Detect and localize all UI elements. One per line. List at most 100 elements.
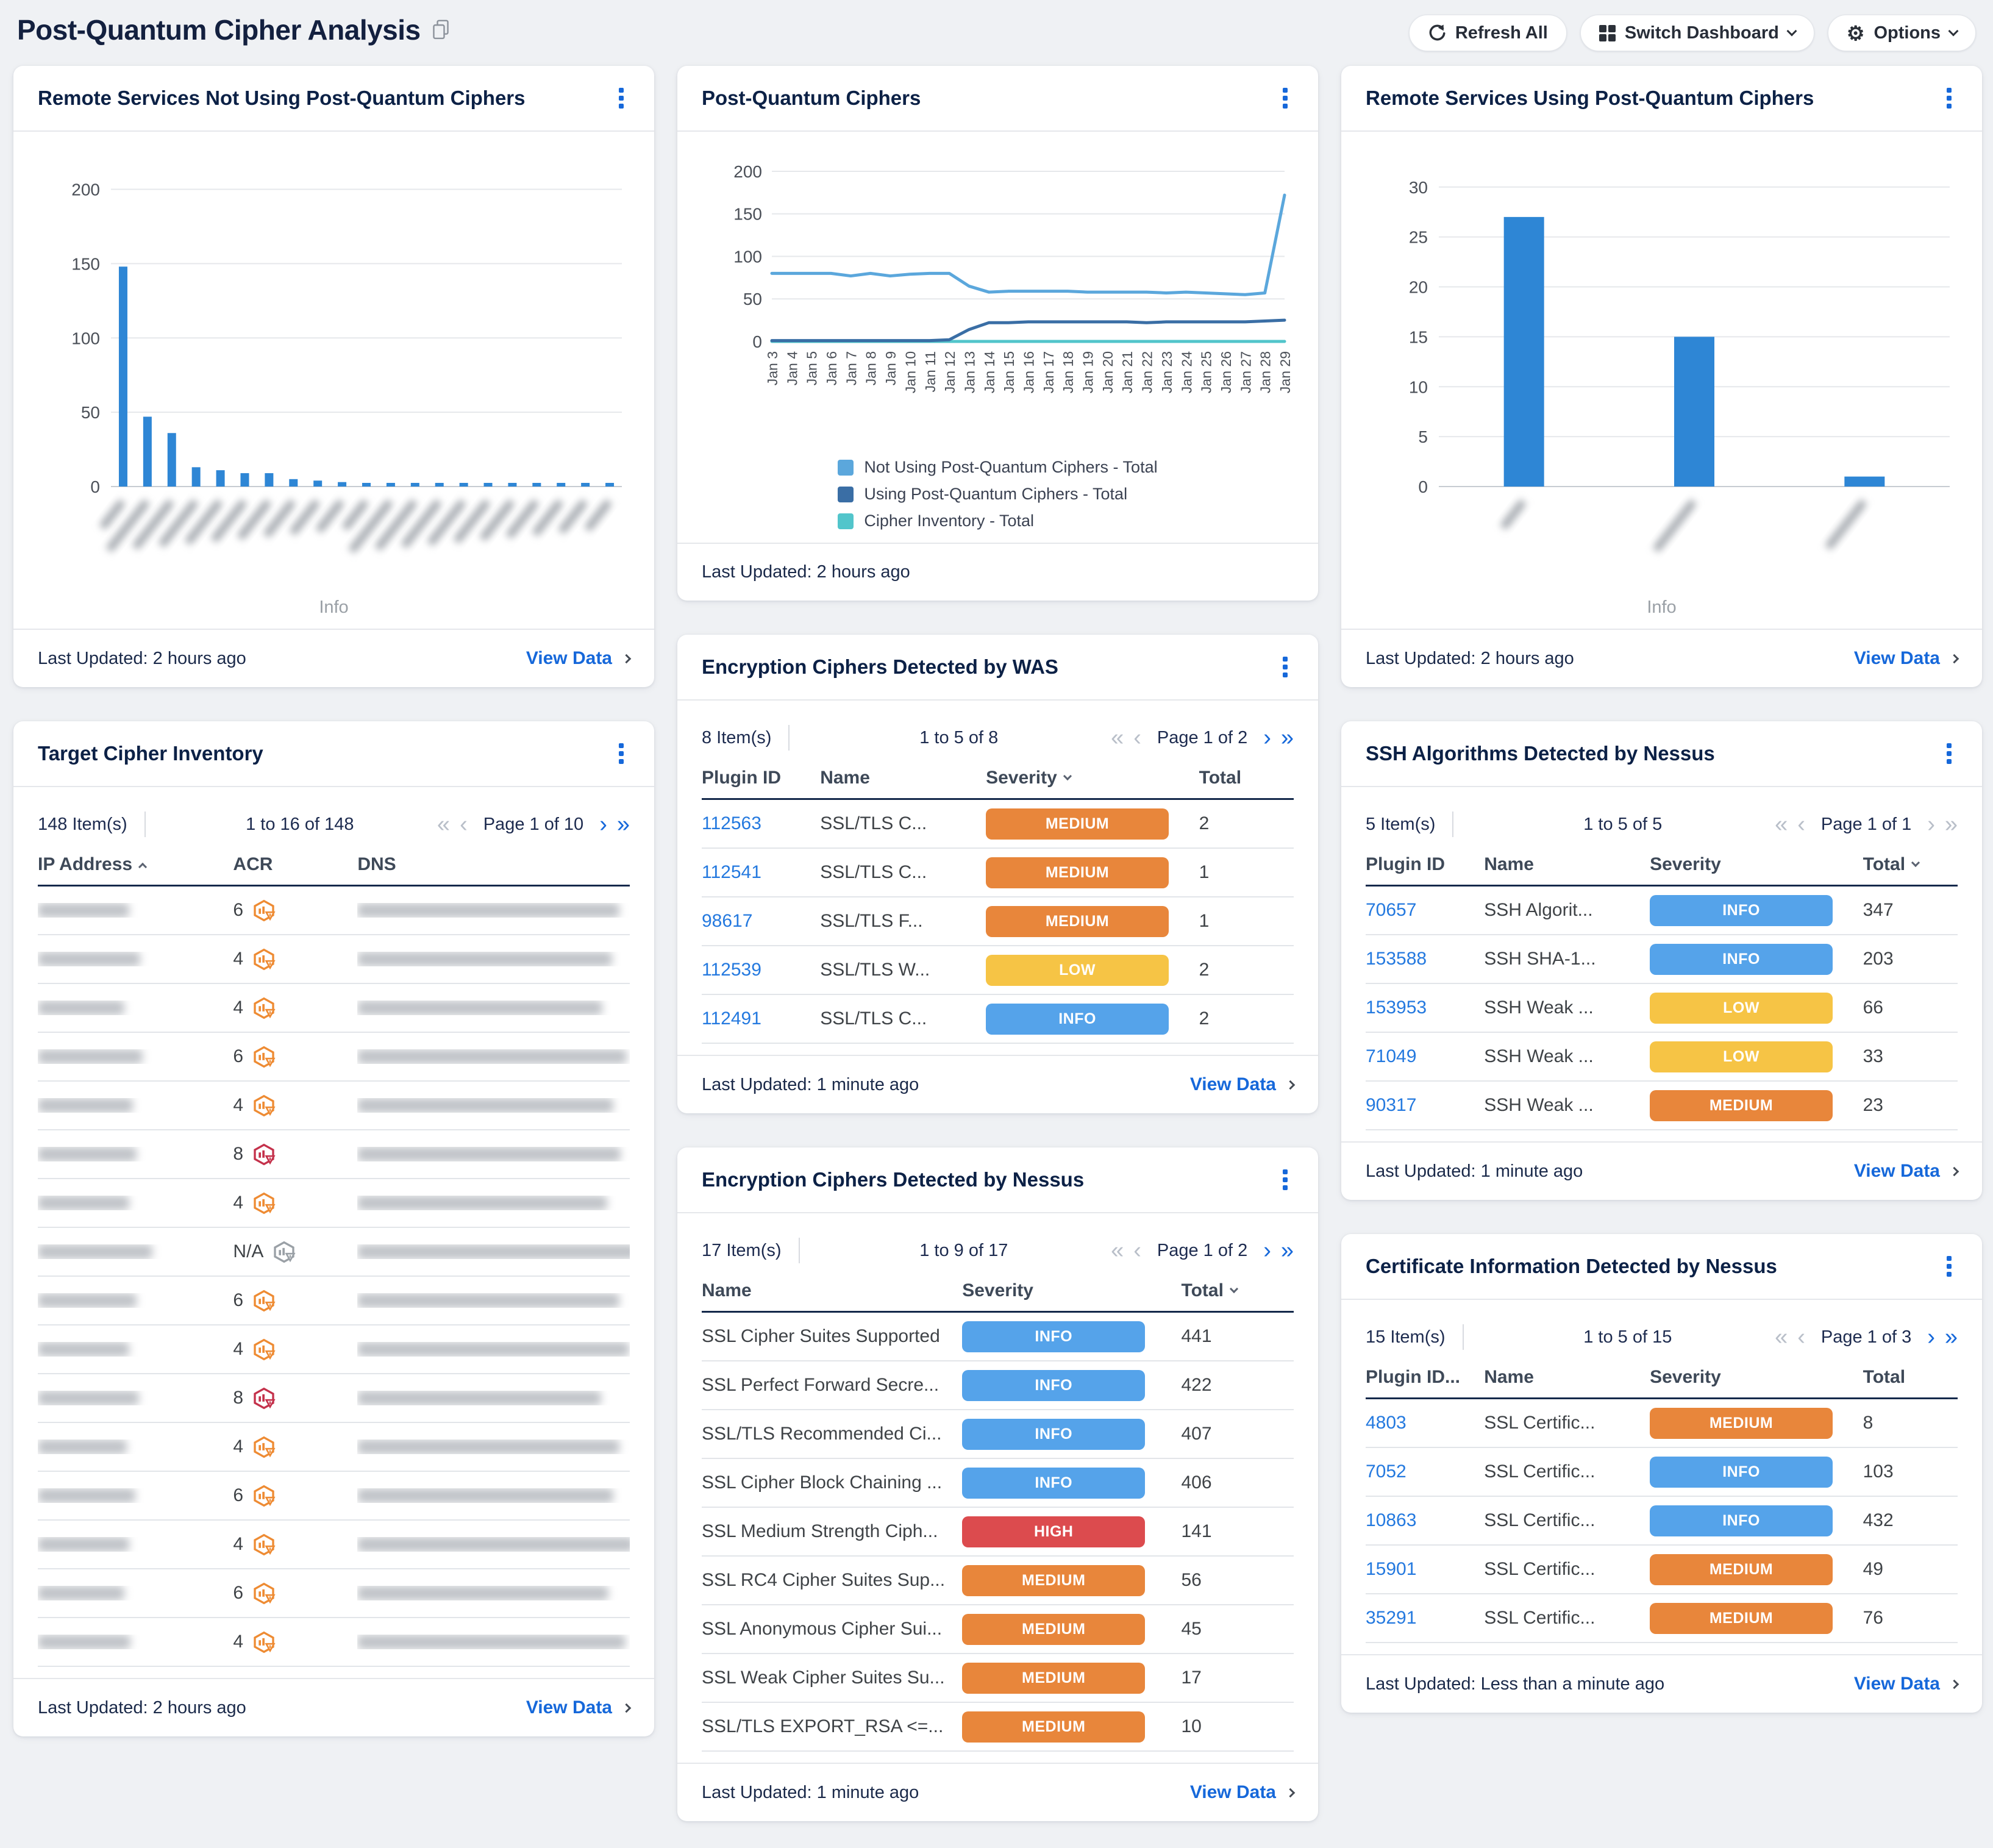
table-row[interactable]: 6: [38, 1569, 630, 1618]
view-data-link[interactable]: View Data: [1854, 1161, 1958, 1182]
column-header-ip[interactable]: IP Address: [38, 854, 233, 875]
table-row[interactable]: 8: [38, 1130, 630, 1179]
plugin-id-link[interactable]: 4803: [1366, 1413, 1407, 1433]
first-page-button[interactable]: «: [1775, 813, 1788, 836]
table-row[interactable]: 153588SSH SHA-1...INFO203: [1366, 935, 1958, 984]
table-row[interactable]: SSL Weak Cipher Suites Su...MEDIUM17: [702, 1654, 1294, 1703]
table-row[interactable]: 112563SSL/TLS C...MEDIUM2: [702, 800, 1294, 849]
plugin-id-link[interactable]: 112491: [702, 1008, 761, 1029]
table-row[interactable]: 112541SSL/TLS C...MEDIUM1: [702, 849, 1294, 897]
plugin-id-link[interactable]: 15901: [1366, 1559, 1416, 1579]
prev-page-button[interactable]: ‹: [460, 813, 468, 836]
refresh-all-button[interactable]: Refresh All: [1409, 15, 1567, 51]
column-header-name[interactable]: Name: [1484, 854, 1650, 875]
table-row[interactable]: SSL Anonymous Cipher Sui...MEDIUM45: [702, 1605, 1294, 1654]
column-header-severity[interactable]: Severity: [986, 768, 1199, 788]
next-page-button[interactable]: ›: [599, 813, 607, 836]
switch-dashboard-button[interactable]: Switch Dashboard: [1580, 15, 1814, 51]
table-row[interactable]: 4: [38, 1423, 630, 1472]
table-row[interactable]: 4: [38, 1082, 630, 1130]
table-row[interactable]: SSL Medium Strength Ciph...HIGH141: [702, 1508, 1294, 1557]
prev-page-button[interactable]: ‹: [1797, 1325, 1805, 1349]
last-page-button[interactable]: »: [1945, 1325, 1958, 1349]
last-page-button[interactable]: »: [1281, 726, 1294, 749]
table-row[interactable]: 6: [38, 1033, 630, 1082]
plugin-id-link[interactable]: 112539: [702, 960, 761, 980]
table-row[interactable]: 4803SSL Certific...MEDIUM8: [1366, 1399, 1958, 1448]
kebab-menu-icon[interactable]: [613, 84, 630, 112]
column-header-plugin_id[interactable]: Plugin ID...: [1366, 1367, 1484, 1388]
plugin-id-link[interactable]: 70657: [1366, 900, 1416, 920]
view-data-link[interactable]: View Data: [1190, 1782, 1294, 1803]
view-data-link[interactable]: View Data: [526, 1697, 630, 1718]
table-row[interactable]: 98617SSL/TLS F...MEDIUM1: [702, 897, 1294, 946]
column-header-plugin_id[interactable]: Plugin ID: [1366, 854, 1484, 875]
table-row[interactable]: SSL/TLS EXPORT_RSA <=...MEDIUM10: [702, 1703, 1294, 1752]
table-row[interactable]: 8: [38, 1374, 630, 1423]
next-page-button[interactable]: ›: [1927, 813, 1935, 836]
view-data-link[interactable]: View Data: [1854, 648, 1958, 669]
table-row[interactable]: 4: [38, 935, 630, 984]
column-header-severity[interactable]: Severity: [1650, 1367, 1863, 1388]
table-row[interactable]: SSL Perfect Forward Secre...INFO422: [702, 1361, 1294, 1410]
first-page-button[interactable]: «: [1111, 1239, 1124, 1262]
plugin-id-link[interactable]: 7052: [1366, 1461, 1407, 1482]
column-header-name[interactable]: Name: [820, 768, 986, 788]
next-page-button[interactable]: ›: [1263, 726, 1271, 749]
first-page-button[interactable]: «: [437, 813, 450, 836]
column-header-dns[interactable]: DNS: [357, 854, 630, 875]
legend-item[interactable]: Using Post-Quantum Ciphers - Total: [838, 485, 1157, 504]
plugin-id-link[interactable]: 90317: [1366, 1095, 1416, 1115]
table-row[interactable]: 6: [38, 1472, 630, 1521]
plugin-id-link[interactable]: 71049: [1366, 1046, 1416, 1066]
column-header-total[interactable]: Total: [1863, 1367, 1958, 1388]
plugin-id-link[interactable]: 35291: [1366, 1608, 1416, 1628]
table-row[interactable]: 10863SSL Certific...INFO432: [1366, 1497, 1958, 1546]
legend-item[interactable]: Not Using Post-Quantum Ciphers - Total: [838, 458, 1157, 477]
column-header-acr[interactable]: ACR: [233, 854, 357, 875]
table-row[interactable]: N/A: [38, 1228, 630, 1277]
next-page-button[interactable]: ›: [1263, 1239, 1271, 1262]
table-row[interactable]: 6: [38, 1277, 630, 1325]
column-header-name[interactable]: Name: [1484, 1367, 1650, 1388]
view-data-link[interactable]: View Data: [526, 648, 630, 669]
table-row[interactable]: SSL RC4 Cipher Suites Sup...MEDIUM56: [702, 1557, 1294, 1605]
table-row[interactable]: SSL/TLS Recommended Ci...INFO407: [702, 1410, 1294, 1459]
prev-page-button[interactable]: ‹: [1133, 726, 1141, 749]
kebab-menu-icon[interactable]: [613, 740, 630, 768]
table-row[interactable]: 71049SSH Weak ...LOW33: [1366, 1033, 1958, 1082]
column-header-total[interactable]: Total: [1863, 854, 1958, 875]
table-row[interactable]: 90317SSH Weak ...MEDIUM23: [1366, 1082, 1958, 1130]
legend-item[interactable]: Cipher Inventory - Total: [838, 512, 1157, 530]
table-row[interactable]: 153953SSH Weak ...LOW66: [1366, 984, 1958, 1033]
table-row[interactable]: SSL Cipher Suites SupportedINFO441: [702, 1313, 1294, 1361]
plugin-id-link[interactable]: 98617: [702, 911, 752, 931]
kebab-menu-icon[interactable]: [1277, 653, 1294, 681]
plugin-id-link[interactable]: 112563: [702, 813, 761, 833]
prev-page-button[interactable]: ‹: [1797, 813, 1805, 836]
kebab-menu-icon[interactable]: [1941, 1252, 1958, 1280]
table-row[interactable]: 7052SSL Certific...INFO103: [1366, 1448, 1958, 1497]
first-page-button[interactable]: «: [1775, 1325, 1788, 1349]
view-data-link[interactable]: View Data: [1854, 1674, 1958, 1694]
column-header-severity[interactable]: Severity: [962, 1280, 1181, 1301]
plugin-id-link[interactable]: 153588: [1366, 949, 1427, 969]
table-row[interactable]: 4: [38, 1325, 630, 1374]
view-data-link[interactable]: View Data: [1190, 1074, 1294, 1095]
column-header-plugin_id[interactable]: Plugin ID: [702, 768, 820, 788]
table-row[interactable]: 112491SSL/TLS C...INFO2: [702, 995, 1294, 1044]
table-row[interactable]: 70657SSH Algorit...INFO347: [1366, 887, 1958, 935]
copy-icon[interactable]: [432, 20, 450, 40]
table-row[interactable]: 35291SSL Certific...MEDIUM76: [1366, 1594, 1958, 1643]
table-row[interactable]: 4: [38, 984, 630, 1033]
column-header-severity[interactable]: Severity: [1650, 854, 1863, 875]
column-header-name[interactable]: Name: [702, 1280, 962, 1301]
table-row[interactable]: 4: [38, 1179, 630, 1228]
next-page-button[interactable]: ›: [1927, 1325, 1935, 1349]
table-row[interactable]: 112539SSL/TLS W...LOW2: [702, 946, 1294, 995]
last-page-button[interactable]: »: [1945, 813, 1958, 836]
table-row[interactable]: 15901SSL Certific...MEDIUM49: [1366, 1546, 1958, 1594]
column-header-total[interactable]: Total: [1182, 1280, 1294, 1301]
options-button[interactable]: ⚙ Options: [1828, 15, 1976, 51]
table-row[interactable]: SSL Cipher Block Chaining ...INFO406: [702, 1459, 1294, 1508]
